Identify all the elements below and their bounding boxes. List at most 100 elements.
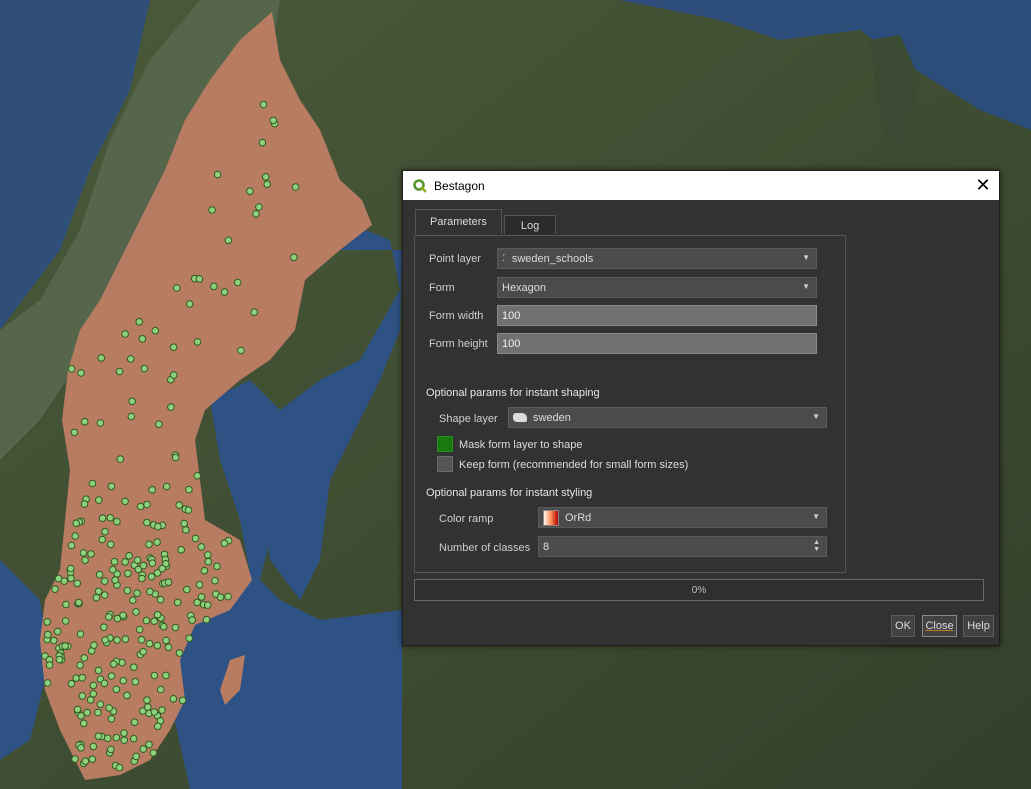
form-width-input[interactable]: 100 (497, 305, 817, 326)
school-point-marker (202, 615, 211, 624)
school-point-marker (208, 206, 216, 214)
school-point-marker (138, 335, 147, 343)
form-label: Form (429, 282, 455, 294)
ok-button[interactable]: OK (891, 615, 915, 637)
school-point-marker (178, 696, 187, 705)
school-point-marker (191, 534, 200, 543)
school-point-marker (148, 486, 156, 494)
school-point-marker (128, 397, 136, 406)
school-point-marker (130, 718, 139, 727)
school-point-marker (132, 752, 140, 761)
school-point-marker (200, 566, 209, 575)
color-ramp-select[interactable]: OrRd ▼ (538, 507, 827, 528)
school-point-marker (51, 585, 59, 594)
qgis-logo-icon (412, 178, 428, 194)
school-point-marker (162, 482, 171, 491)
school-point-marker (112, 685, 121, 694)
school-point-marker (164, 578, 173, 587)
school-point-marker (167, 403, 175, 411)
school-point-marker (133, 556, 142, 565)
school-point-marker (111, 576, 119, 584)
school-point-marker (96, 419, 105, 427)
form-height-input[interactable]: 100 (497, 333, 817, 354)
school-point-marker (195, 275, 204, 283)
school-point-marker (89, 690, 98, 698)
school-point-marker (81, 757, 90, 766)
school-point-marker (175, 501, 183, 510)
school-point-marker (76, 661, 84, 670)
form-select[interactable]: Hexagon ▼ (497, 277, 817, 298)
dialog-titlebar[interactable]: Bestagon ✕ (403, 171, 999, 200)
school-point-marker (143, 518, 151, 527)
school-point-marker (151, 326, 160, 335)
school-point-marker (54, 574, 63, 583)
close-icon[interactable]: ✕ (967, 171, 999, 200)
school-point-marker (124, 569, 132, 578)
school-point-marker (80, 417, 89, 426)
point-layer-select[interactable]: ⁚˙ sweden_schools ▼ (497, 248, 817, 269)
school-point-marker (173, 598, 182, 607)
school-point-marker (195, 580, 204, 589)
school-point-marker (74, 598, 83, 607)
school-point-marker (73, 579, 82, 588)
school-point-marker (204, 551, 212, 559)
school-point-marker (233, 278, 242, 287)
school-point-marker (43, 618, 52, 626)
chevron-down-icon: ▼ (802, 253, 810, 262)
school-point-marker (77, 369, 85, 377)
school-point-marker (203, 601, 212, 609)
polygon-layer-icon (513, 413, 527, 422)
school-point-marker (80, 719, 88, 728)
school-point-marker (96, 700, 105, 709)
close-button[interactable]: Close (922, 615, 957, 637)
school-point-marker (258, 138, 267, 147)
school-point-marker (171, 623, 180, 632)
school-point-marker (123, 691, 131, 700)
school-point-marker (70, 428, 79, 437)
school-point-marker (197, 543, 206, 551)
school-point-marker (153, 611, 162, 619)
school-point-marker (94, 708, 102, 717)
tab-parameters[interactable]: Parameters (415, 209, 502, 234)
tab-bar: Parameters Log (415, 209, 558, 235)
shape-layer-value: sweden (533, 411, 571, 424)
school-point-marker (143, 500, 151, 509)
school-point-marker (129, 596, 137, 605)
school-point-marker (255, 203, 263, 211)
school-point-marker (107, 672, 116, 680)
school-point-marker (188, 616, 196, 624)
school-point-marker (139, 561, 148, 570)
num-classes-spinbox[interactable]: 8 ▲ ▼ (538, 536, 827, 557)
shape-layer-select[interactable]: sweden ▼ (508, 407, 827, 428)
school-point-marker (263, 180, 272, 188)
help-button[interactable]: Help (963, 615, 994, 637)
school-point-marker (125, 552, 133, 560)
keep-form-checkbox[interactable] (437, 456, 453, 472)
school-point-marker (55, 655, 64, 664)
school-point-marker (175, 649, 184, 657)
spinner-arrows-icon[interactable]: ▲ ▼ (813, 539, 820, 553)
school-point-marker (53, 627, 62, 636)
school-point-marker (150, 708, 159, 716)
school-point-marker (107, 482, 116, 491)
school-point-marker (72, 519, 80, 528)
shaping-section-title: Optional params for instant shaping (426, 387, 600, 399)
form-width-label: Form width (429, 310, 484, 322)
school-point-marker (144, 703, 152, 711)
school-point-marker (162, 636, 170, 645)
school-point-marker (171, 453, 180, 462)
school-point-marker (45, 661, 54, 669)
school-point-marker (158, 564, 166, 573)
school-point-marker (153, 538, 161, 547)
school-point-marker (71, 532, 79, 540)
school-point-marker (145, 740, 153, 749)
mask-checkbox[interactable] (437, 436, 453, 452)
school-point-marker (109, 660, 118, 668)
school-point-marker (71, 755, 79, 763)
tab-log[interactable]: Log (503, 215, 557, 234)
school-point-marker (224, 236, 233, 245)
school-point-marker (98, 514, 107, 523)
school-point-marker (162, 671, 170, 680)
school-point-marker (204, 557, 212, 566)
school-point-marker (98, 535, 106, 544)
